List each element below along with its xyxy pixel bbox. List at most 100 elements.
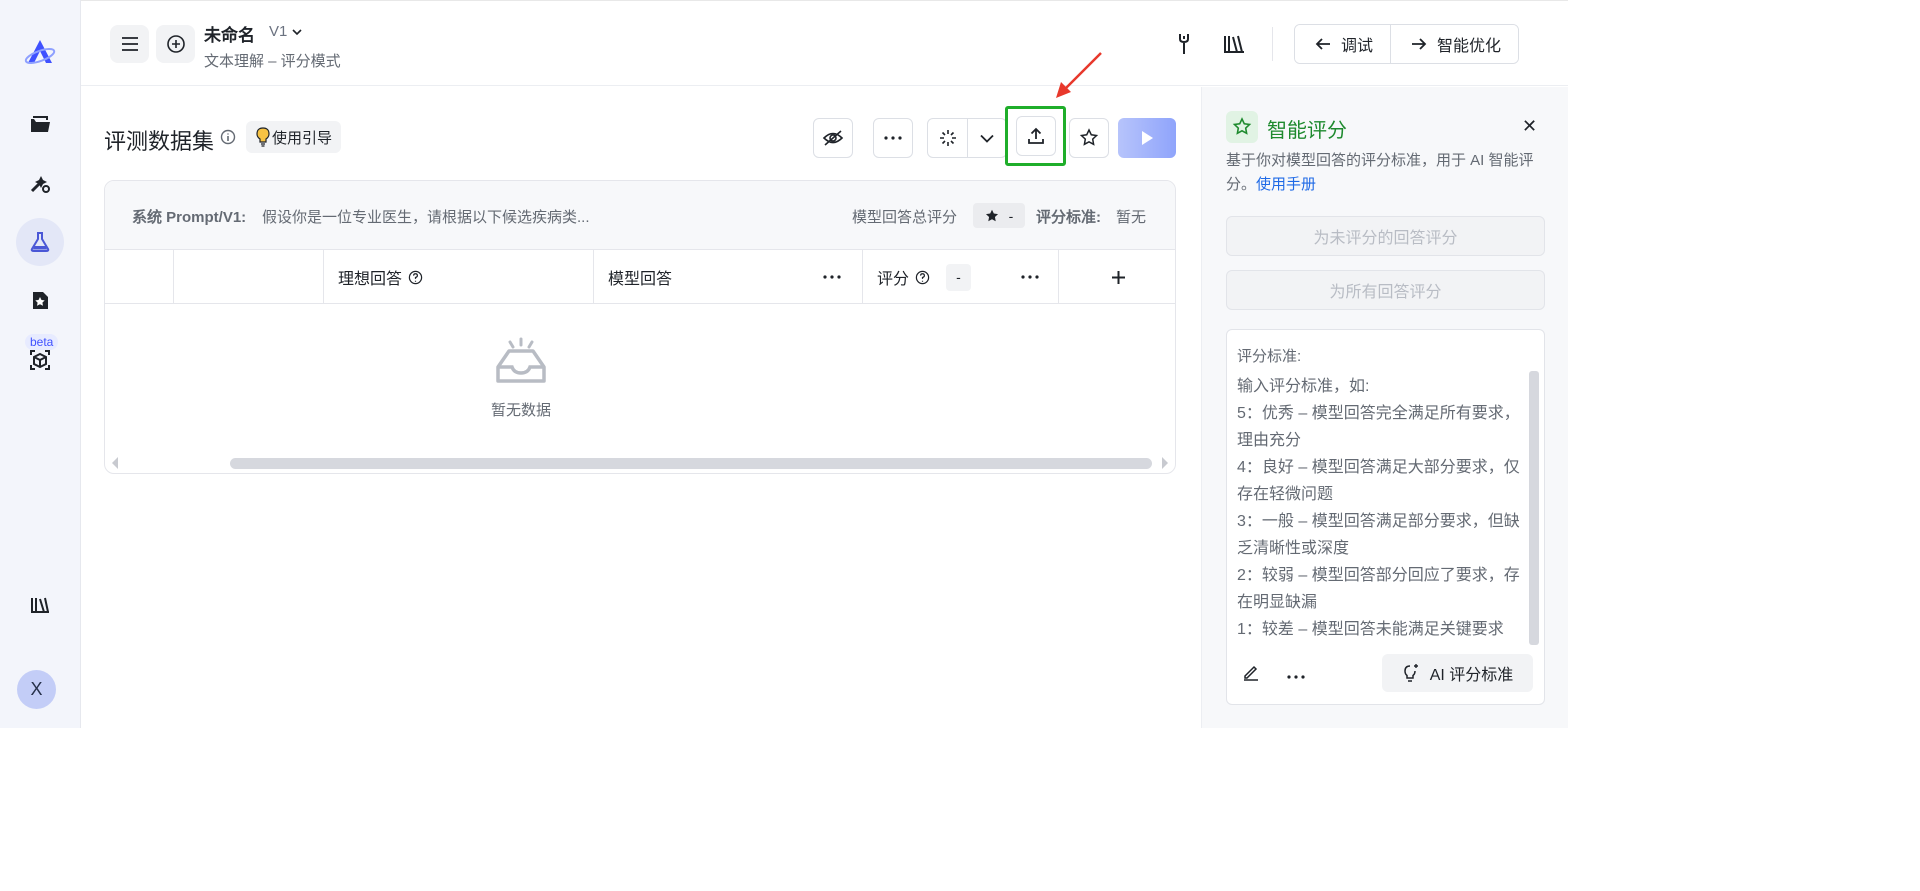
wrench-icon[interactable] — [1171, 31, 1197, 57]
logo-icon[interactable] — [16, 28, 64, 76]
vertical-scrollbar[interactable] — [1529, 371, 1539, 645]
score-filter[interactable]: - — [946, 263, 972, 291]
system-prompt-label: 系统 Prompt/V1: — [132, 209, 247, 226]
smart-score-panel: 智能评分 ✕ 基于你对模型回答的评分标准，用于 AI 智能评分。使用手册 为未评… — [1201, 87, 1568, 728]
panel-title: 智能评分 — [1267, 120, 1347, 142]
page-title[interactable]: 未命名 — [204, 21, 255, 46]
manual-link[interactable]: 使用手册 — [1256, 176, 1316, 193]
lightbulb-sparkle-icon — [1403, 664, 1418, 682]
optimize-label: 智能优化 — [1437, 38, 1502, 55]
criteria-line: 4：良好 – 模型回答满足大部分要求，仅存在轻微问题 — [1237, 459, 1520, 503]
add-column-button[interactable] — [1059, 250, 1175, 304]
empty-text: 暂无数据 — [490, 402, 551, 419]
help-icon[interactable] — [915, 270, 930, 285]
system-prompt-text[interactable]: 假设你是一位专业医生，请根据以下候选疾病类... — [262, 206, 590, 227]
menu-button[interactable] — [110, 25, 149, 63]
favorite-button[interactable] — [1069, 118, 1109, 158]
scroll-left-arrow[interactable] — [112, 457, 118, 469]
star-plus-icon — [1079, 128, 1099, 146]
main-area: 评测数据集 使用引导 系统 Prompt/V1: 假设你是一位专业医生，请根据以… — [81, 52, 1201, 728]
optimize-button[interactable]: 智能优化 — [1390, 25, 1519, 63]
horizontal-scrollbar[interactable] — [230, 458, 1152, 469]
more-icon — [884, 136, 902, 140]
dataset-card: 系统 Prompt/V1: 假设你是一位专业医生，请根据以下候选疾病类... 模… — [104, 180, 1176, 474]
star-icon — [985, 209, 998, 221]
folder-icon[interactable] — [16, 100, 64, 148]
ai-criteria-label: AI 评分标准 — [1429, 667, 1514, 684]
library-icon[interactable] — [16, 581, 64, 629]
edit-icon[interactable] — [1242, 663, 1260, 686]
top-header: 未命名 V1 文本理解 – 评分模式 调试 智能优化 — [81, 0, 1568, 86]
cube-scan-icon[interactable] — [16, 336, 64, 384]
upload-button[interactable] — [1005, 106, 1066, 166]
user-avatar[interactable]: X — [17, 670, 56, 709]
empty-inbox-icon — [496, 337, 546, 383]
lightbulb-icon — [256, 127, 270, 147]
divider — [1272, 27, 1273, 61]
upload-inner — [1015, 116, 1056, 156]
generate-dropdown[interactable] — [967, 119, 1006, 157]
criteria-label: 评分标准: — [1036, 209, 1101, 226]
panel-description: 基于你对模型回答的评分标准，用于 AI 智能评分。使用手册 — [1226, 149, 1546, 197]
ideal-answer-header: 理想回答 — [338, 271, 403, 288]
criteria-line: 输入评分标准，如: — [1237, 378, 1370, 395]
debug-label: 调试 — [1341, 38, 1374, 55]
empty-state: 暂无数据 — [488, 337, 554, 420]
close-icon[interactable]: ✕ — [1522, 116, 1537, 137]
criteria-line: 2：较弱 – 模型回答部分回应了要求，存在明显缺漏 — [1237, 567, 1520, 611]
dataset-title: 评测数据集 — [104, 129, 215, 154]
add-button[interactable] — [156, 25, 195, 63]
more-button[interactable] — [873, 118, 913, 158]
play-icon — [1142, 131, 1153, 145]
total-score-badge: - — [973, 203, 1025, 228]
version-label: V1 — [269, 23, 288, 40]
more-icon[interactable] — [1287, 663, 1305, 684]
score-unscored-button[interactable]: 为未评分的回答评分 — [1226, 216, 1545, 256]
library-icon[interactable] — [1221, 31, 1247, 57]
debug-button[interactable]: 调试 — [1295, 25, 1391, 63]
tools-icon[interactable] — [16, 159, 64, 207]
ai-criteria-button[interactable]: AI 评分标准 — [1382, 654, 1533, 692]
col-ideal-answer: 理想回答 — [324, 250, 594, 304]
arrow-left-icon — [1315, 38, 1330, 50]
more-icon[interactable] — [823, 275, 841, 279]
plus-circle-icon — [166, 35, 185, 53]
annotation-arrow — [1056, 52, 1102, 98]
model-answer-header: 模型回答 — [608, 271, 673, 288]
run-button[interactable] — [1118, 118, 1176, 158]
info-icon[interactable] — [220, 129, 236, 150]
criteria-line: 1：较差 – 模型回答未能满足关键要求 — [1237, 621, 1504, 638]
scroll-right-arrow[interactable] — [1162, 457, 1168, 469]
star-document-icon[interactable] — [16, 276, 64, 324]
action-button-group: 调试 智能优化 — [1294, 24, 1520, 64]
total-score-label: 模型回答总评分 — [852, 209, 958, 226]
criteria-textarea[interactable]: 输入评分标准，如: 5：优秀 – 模型回答完全满足所有要求，理由充分 4：良好 … — [1237, 373, 1522, 640]
version-select[interactable]: V1 — [269, 23, 303, 40]
app-root: beta X 未命名 V1 文本理解 – 评分模式 调试 智能优化 评测数据集 … — [0, 0, 1568, 728]
page-subtitle: 文本理解 – 评分模式 — [204, 53, 341, 70]
chevron-down-icon — [292, 28, 302, 35]
more-icon[interactable] — [1021, 275, 1039, 279]
table-header: 理想回答 模型回答 评分 - — [105, 250, 1175, 304]
star-outline-icon — [1226, 111, 1258, 143]
criteria-header: 评分标准: — [1237, 348, 1302, 365]
help-icon[interactable] — [408, 270, 423, 285]
hamburger-icon — [121, 37, 138, 51]
arrow-right-icon — [1412, 38, 1427, 50]
hide-button[interactable] — [813, 118, 853, 158]
upload-icon — [1027, 127, 1044, 144]
flask-icon[interactable] — [16, 218, 64, 266]
plus-icon — [1111, 270, 1125, 284]
total-score-value: - — [1008, 207, 1014, 224]
guide-button[interactable]: 使用引导 — [246, 121, 342, 153]
criteria-editor: 评分标准: 输入评分标准，如: 5：优秀 – 模型回答完全满足所有要求，理由充分… — [1226, 329, 1545, 705]
sparkle-wand-icon — [939, 130, 956, 146]
generate-button[interactable] — [928, 119, 967, 157]
criteria-line: 3：一般 – 模型回答满足部分要求，但缺乏清晰性或深度 — [1237, 513, 1520, 557]
left-rail: beta X — [0, 0, 81, 728]
score-all-button[interactable]: 为所有回答评分 — [1226, 270, 1545, 310]
col-score: 评分 - — [863, 250, 1059, 304]
col-model-answer: 模型回答 — [594, 250, 863, 304]
guide-label: 使用引导 — [272, 129, 333, 147]
chevron-down-icon — [980, 134, 994, 143]
